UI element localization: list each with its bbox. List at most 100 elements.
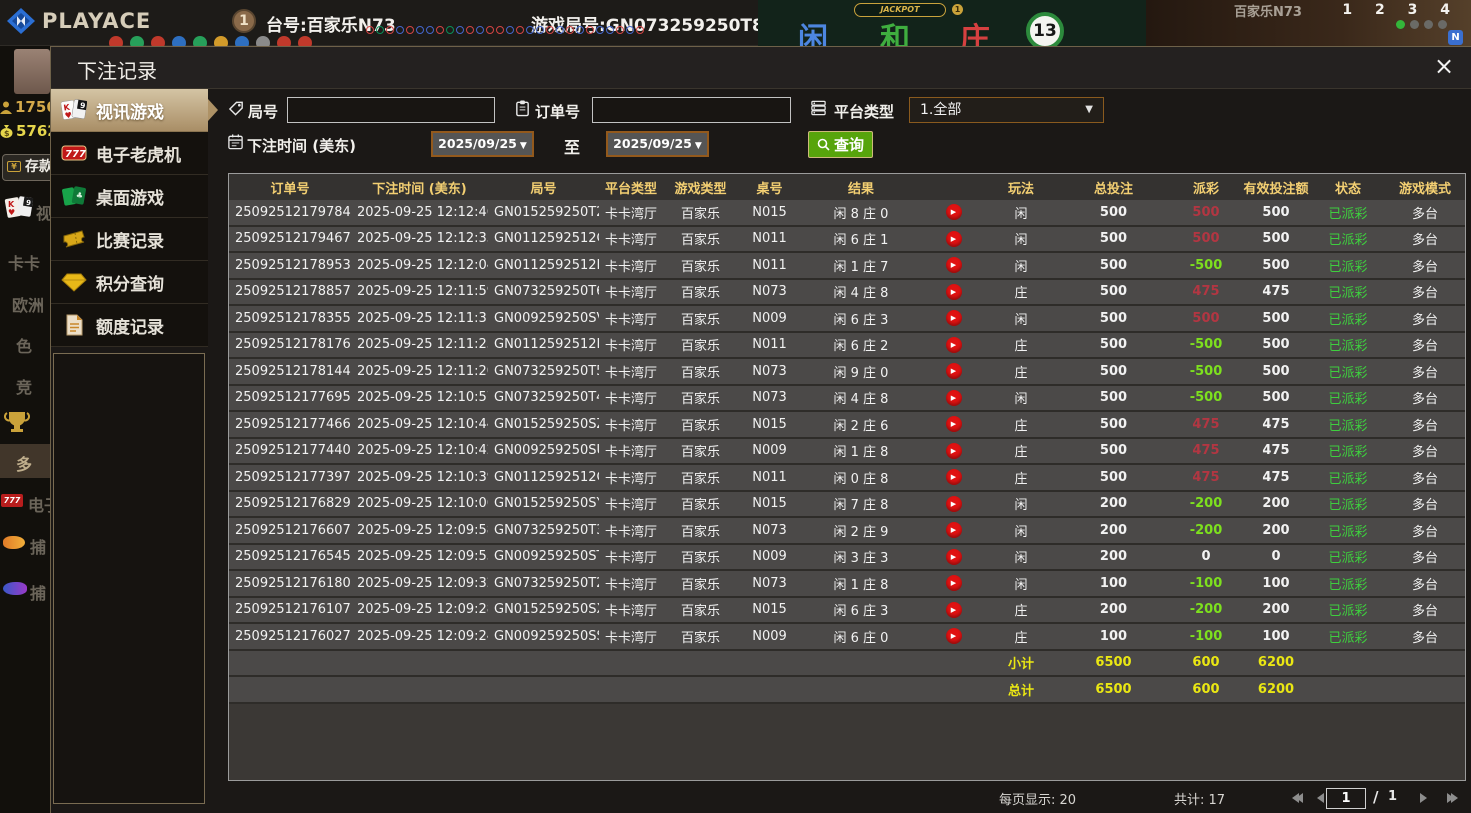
replay-button[interactable]: ▶ [945,204,962,221]
game-type: 百家乐 [680,259,720,275]
game-type: 百家乐 [680,418,720,434]
status: 已派彩 [1328,392,1368,408]
order-no: 250925121789536 [235,257,351,273]
sidebar-item-label: 视讯游戏 [96,102,164,123]
total-bet: 200 [1099,549,1128,565]
replay-button[interactable]: ▶ [945,522,962,539]
page-number-input[interactable]: 1 [1326,788,1366,809]
game-type: 百家乐 [680,604,720,620]
query-button[interactable]: 查询 [808,131,873,158]
game-type: 百家乐 [680,365,720,381]
replay-button[interactable]: ▶ [945,495,962,512]
bet-time: 2025-09-25 12:12:46 [357,204,488,220]
order-no: 250925121765458 [235,549,351,565]
video-table-title: 百家乐N73 [1234,5,1302,20]
tie-zone-label: 和 [880,22,910,46]
total-bet-sum: 6500 [1095,681,1132,697]
replay-button[interactable]: ▶ [945,575,962,592]
close-icon[interactable]: × [1429,52,1459,82]
valid-bet: 500 [1262,257,1290,273]
bet-time: 2025-09-25 12:10:42 [357,443,488,459]
next-page-button[interactable] [1414,791,1432,805]
sidebar-item-slots[interactable]: 777 电子老虎机 [51,132,208,175]
payout-sum: 600 [1192,681,1220,697]
table-row: 250925121765458 2025-09-25 12:09:53 GN0092… [229,544,1465,571]
table-row: 250925121766073 2025-09-25 12:09:58 GN0732… [229,518,1465,545]
result: 闲 4 庄 8 [833,286,889,302]
game-type: 百家乐 [680,286,720,302]
round-no: GN009259250SS [494,628,599,644]
round-no: GN015259250T2 [494,204,599,220]
bet-time: 2025-09-25 12:12:04 [357,257,488,273]
bead-dot [606,26,614,34]
replay-button[interactable]: ▶ [945,442,962,459]
sidebar-item-match-records[interactable]: 比赛记录 [51,218,208,261]
game-mode: 多台 [1411,392,1438,408]
order-no-input[interactable] [592,97,791,123]
platform-type: 卡卡湾厅 [604,418,657,434]
vip-balance: 1756 [15,98,50,116]
bead-dot [406,26,414,34]
replay-button[interactable]: ▶ [945,601,962,618]
total-bet: 200 [1099,496,1128,512]
play-column: ▶ [921,363,986,380]
replay-button[interactable]: ▶ [945,469,962,486]
bead-dot [636,26,644,34]
table-no: N009 [752,628,787,644]
game-mode: 多台 [1411,233,1438,249]
date-from-select[interactable]: 2025/09/25 ▼ [431,131,534,157]
column-header-order-no: 订单号 [270,181,310,197]
replay-button[interactable]: ▶ [945,628,962,645]
round-no: GN073259250T5 [494,363,599,379]
table-no: N015 [752,416,787,432]
table-no: N009 [752,310,787,326]
total-bet: 500 [1099,231,1128,247]
date-to-select[interactable]: 2025/09/25 ▼ [606,131,709,157]
bead-dot [626,26,634,34]
platform-type: 卡卡湾厅 [604,392,657,408]
bet-records-table: 订单号 下注时间 (美东) 局号 平台类型 游戏类型 桌号 结果 玩法 总投注 派彩 有效投注额 状态… [228,173,1466,781]
bead-dot [566,26,574,34]
video-cards-mini-icon: K ♥ 9 [4,196,34,218]
bet-side: 闲 [1014,498,1028,514]
replay-button[interactable]: ▶ [945,283,962,300]
bead-dot [526,26,534,34]
replay-button[interactable]: ▶ [945,363,962,380]
replay-button[interactable]: ▶ [945,389,962,406]
replay-button[interactable]: ▶ [945,230,962,247]
chevron-down-icon: ▼ [519,141,527,151]
sidebar-item-table-games[interactable]: ♣ 桌面游戏 [51,175,208,218]
sidebar-item-label: 比赛记录 [96,231,164,252]
first-page-button[interactable] [1288,791,1306,805]
round-no-input[interactable] [287,97,495,123]
last-page-button[interactable] [1443,791,1461,805]
order-no: 250925121794678 [235,231,351,247]
platform-type: 卡卡湾厅 [604,259,657,275]
payout: -200 [1189,522,1223,538]
sidebar-item-points-query[interactable]: 积分查询 [51,261,208,304]
replay-button[interactable]: ▶ [945,310,962,327]
column-header-table-no: 桌号 [756,181,783,197]
round-no: GN073259250T2 [494,575,599,591]
table-row: 250925121776953 2025-09-25 12:10:57 GN0732… [229,385,1465,412]
seat-dot [1410,20,1419,29]
order-no: 250925121761073 [235,602,351,618]
replay-button[interactable]: ▶ [945,257,962,274]
bet-time: 2025-09-25 12:09:53 [357,549,488,565]
replay-button[interactable]: ▶ [945,336,962,353]
sidebar-item-video-games[interactable]: K ♥ 9 视讯游戏 [51,89,218,132]
banker-zone-label: 庄 [960,22,990,46]
platform-type: 卡卡湾厅 [604,365,657,381]
sidebar-item-quota-records[interactable]: 额度记录 [51,304,208,347]
bet-side: 庄 [1014,604,1028,620]
platform-type: 卡卡湾厅 [604,339,657,355]
platform-type-select[interactable]: 1.全部 ▼ [909,97,1104,123]
replay-button[interactable]: ▶ [945,548,962,565]
game-mode: 多台 [1411,206,1438,222]
per-page-label: 每页显示: 20 [999,793,1077,808]
result: 闲 4 庄 8 [833,392,889,408]
replay-button[interactable]: ▶ [945,416,962,433]
payout: -500 [1189,337,1223,353]
table-no: N073 [752,522,787,538]
seat-dot [1396,20,1405,29]
